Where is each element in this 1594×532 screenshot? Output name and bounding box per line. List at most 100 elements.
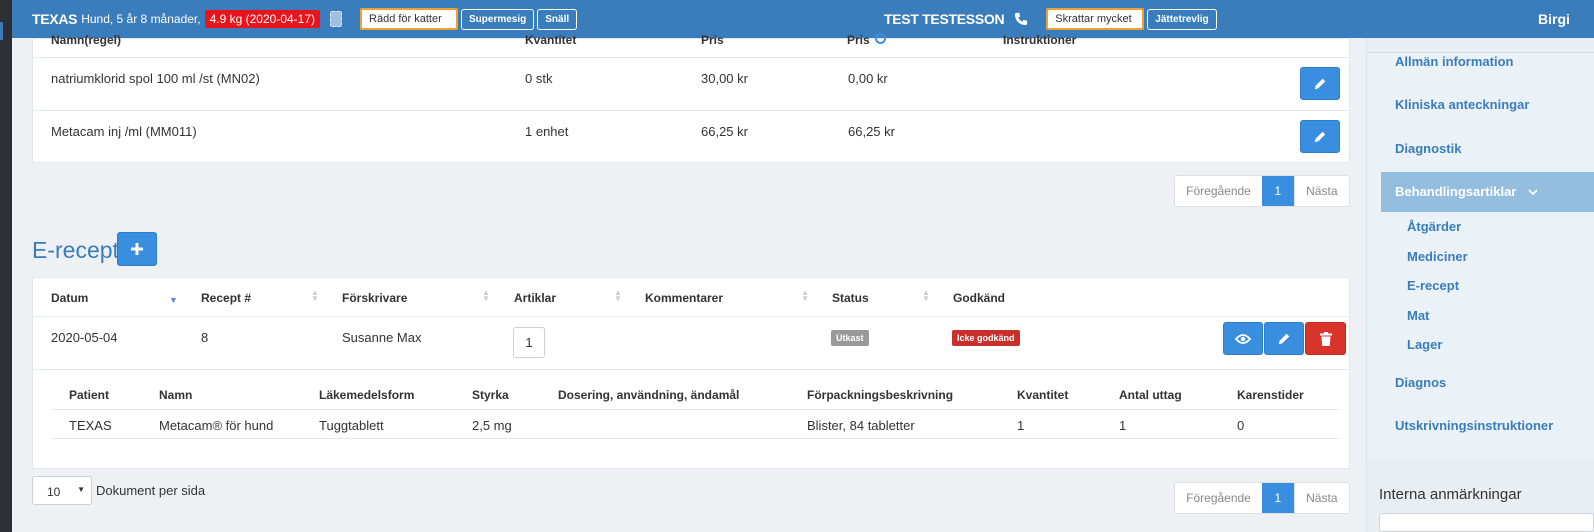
nav-sub-erecept[interactable]: E-recept [1407,278,1459,293]
nav-marker [0,22,3,40]
erecept-table: Datum ▼ Recept # ▲ ▼ Förskrivare ▲ ▼ Artik… [32,277,1350,469]
info-icon[interactable] [875,33,886,44]
prev-page-button[interactable]: Föregående [1175,176,1262,206]
right-sidebar: Allmän information Kliniska anteckningar… [1366,38,1594,532]
divider [33,316,1349,317]
detail-strength: 2,5 mg [472,418,512,433]
sort-icon[interactable]: ▲ ▼ [311,289,319,303]
nav-diagnostics[interactable]: Diagnostik [1395,141,1461,156]
sort-icon[interactable]: ▲ ▼ [614,289,622,303]
article-price: 66,25 kr [701,124,748,139]
record-nav [1367,52,1594,460]
add-recept-button[interactable] [117,232,157,266]
detail-patient: TEXAS [69,418,112,433]
divider [51,409,1339,410]
detail-col-withdrawals: Antal uttag [1119,388,1182,402]
nav-treatment-articles[interactable]: Behandlingsartiklar [1395,184,1516,199]
owner-note-input[interactable]: Skrattar mycket [1046,8,1145,30]
user-name[interactable]: Birgi [1538,0,1570,38]
view-button[interactable] [1223,322,1263,355]
detail-withdrawal-time: 0 [1237,418,1245,433]
eye-icon [1235,333,1251,344]
col-status[interactable]: Status [832,291,869,305]
col-approved[interactable]: Godkänd [953,291,1005,305]
top-header: TEXAS Hund, 5 år 8 månader, 4.9 kg (2020… [12,0,1594,38]
recept-prescriber: Susanne Max [342,330,422,345]
articles-count-button[interactable]: 1 [513,327,545,358]
col-comments[interactable]: Kommentarer [645,291,723,305]
recept-number: 8 [201,330,209,345]
detail-form: Tuggtablett [319,418,384,433]
edit-button[interactable] [1300,120,1340,153]
nav-clinical-notes[interactable]: Kliniska anteckningar [1395,97,1529,112]
pet-tag-supermesig[interactable]: Supermesig [461,8,535,30]
next-page-button[interactable]: Nästa [1293,483,1349,513]
col-price-incl: Pris [847,33,870,47]
nav-sub-actions[interactable]: Åtgärder [1407,219,1461,234]
per-page-label: Dokument per sida [96,483,206,498]
page-1-button[interactable]: 1 [1262,483,1294,513]
edit-button[interactable] [1300,67,1340,100]
owner-tag-jattetrevlig[interactable]: Jättetrevlig [1147,8,1217,30]
detail-withdrawals: 1 [1119,418,1127,433]
sort-icon[interactable]: ▲ ▼ [801,289,809,303]
article-name: natriumklorid spol 100 ml /st (MN02) [51,71,260,86]
col-quantity: Kvantitet [525,33,577,47]
erecept-pagination: Föregående 1 Nästa [1174,482,1350,514]
pet-description: Hund, 5 år 8 månader, [81,12,201,26]
pencil-icon [1314,131,1326,142]
detail-package: Blister, 84 tabletter [807,418,915,433]
divider [51,438,1339,439]
phone-icon[interactable] [1014,12,1028,26]
pet-name[interactable]: TEXAS [32,11,77,27]
nav-discharge-instructions[interactable]: Utskrivningsinstruktioner [1395,418,1553,433]
nav-general-info[interactable]: Allmän information [1395,54,1513,69]
detail-name: Metacam® för hund [159,418,274,433]
nav-sub-stock[interactable]: Lager [1407,337,1442,352]
prev-page-button[interactable]: Föregående [1175,483,1262,513]
nav-diagnosis[interactable]: Diagnos [1395,375,1446,390]
detail-quantity: 1 [1017,418,1025,433]
nav-sub-food[interactable]: Mat [1407,308,1429,323]
per-page-select[interactable]: 10 ▼ [32,476,92,505]
sort-icon[interactable]: ▲ ▼ [482,289,490,303]
col-articles[interactable]: Artiklar [514,291,556,305]
articles-table: Namn(regel) Kvantitet Pris Pris Instrukt… [32,33,1350,163]
approval-badge: Icke godkänd [952,330,1020,346]
detail-col-form: Läkemedelsform [319,388,415,402]
edit-button[interactable] [1264,322,1304,355]
article-price2: 66,25 kr [848,124,895,139]
owner-name[interactable]: TEST TESTESSON [884,11,1005,27]
sort-icon[interactable]: ▲ ▼ [922,289,930,303]
col-prescriber[interactable]: Förskrivare [342,291,407,305]
divider [33,57,1349,58]
detail-col-quantity: Kvantitet [1017,388,1069,402]
page-1-button[interactable]: 1 [1262,176,1294,206]
pet-note-input[interactable]: Rädd för katter [360,8,459,30]
col-name: Namn(regel) [51,33,122,47]
microchip-icon[interactable] [330,11,343,27]
plus-icon [131,243,143,255]
detail-col-name: Namn [159,388,193,402]
internal-notes-input[interactable] [1379,513,1594,532]
sort-desc-icon[interactable]: ▼ [169,295,178,305]
left-nav-strip [0,0,12,532]
col-recept-number[interactable]: Recept # [201,291,251,305]
col-date[interactable]: Datum [51,291,88,305]
nav-sub-medicines[interactable]: Mediciner [1407,249,1468,264]
detail-col-patient: Patient [69,388,110,402]
recept-date: 2020-05-04 [51,330,118,345]
delete-button[interactable] [1305,322,1346,355]
status-badge: Utkast [831,330,869,346]
pet-tag-snall[interactable]: Snäll [537,8,578,30]
col-price: Pris [701,33,724,47]
next-page-button[interactable]: Nästa [1293,176,1349,206]
detail-col-package: Förpackningsbeskrivning [807,388,954,402]
divider [33,110,1349,111]
chevron-down-icon: ▼ [77,485,85,494]
article-price: 30,00 kr [701,71,748,86]
pencil-icon [1314,78,1326,89]
chevron-down-icon [1528,189,1538,196]
article-qty: 1 enhet [525,124,569,139]
weight-badge: 4.9 kg (2020-04-17) [204,10,321,28]
